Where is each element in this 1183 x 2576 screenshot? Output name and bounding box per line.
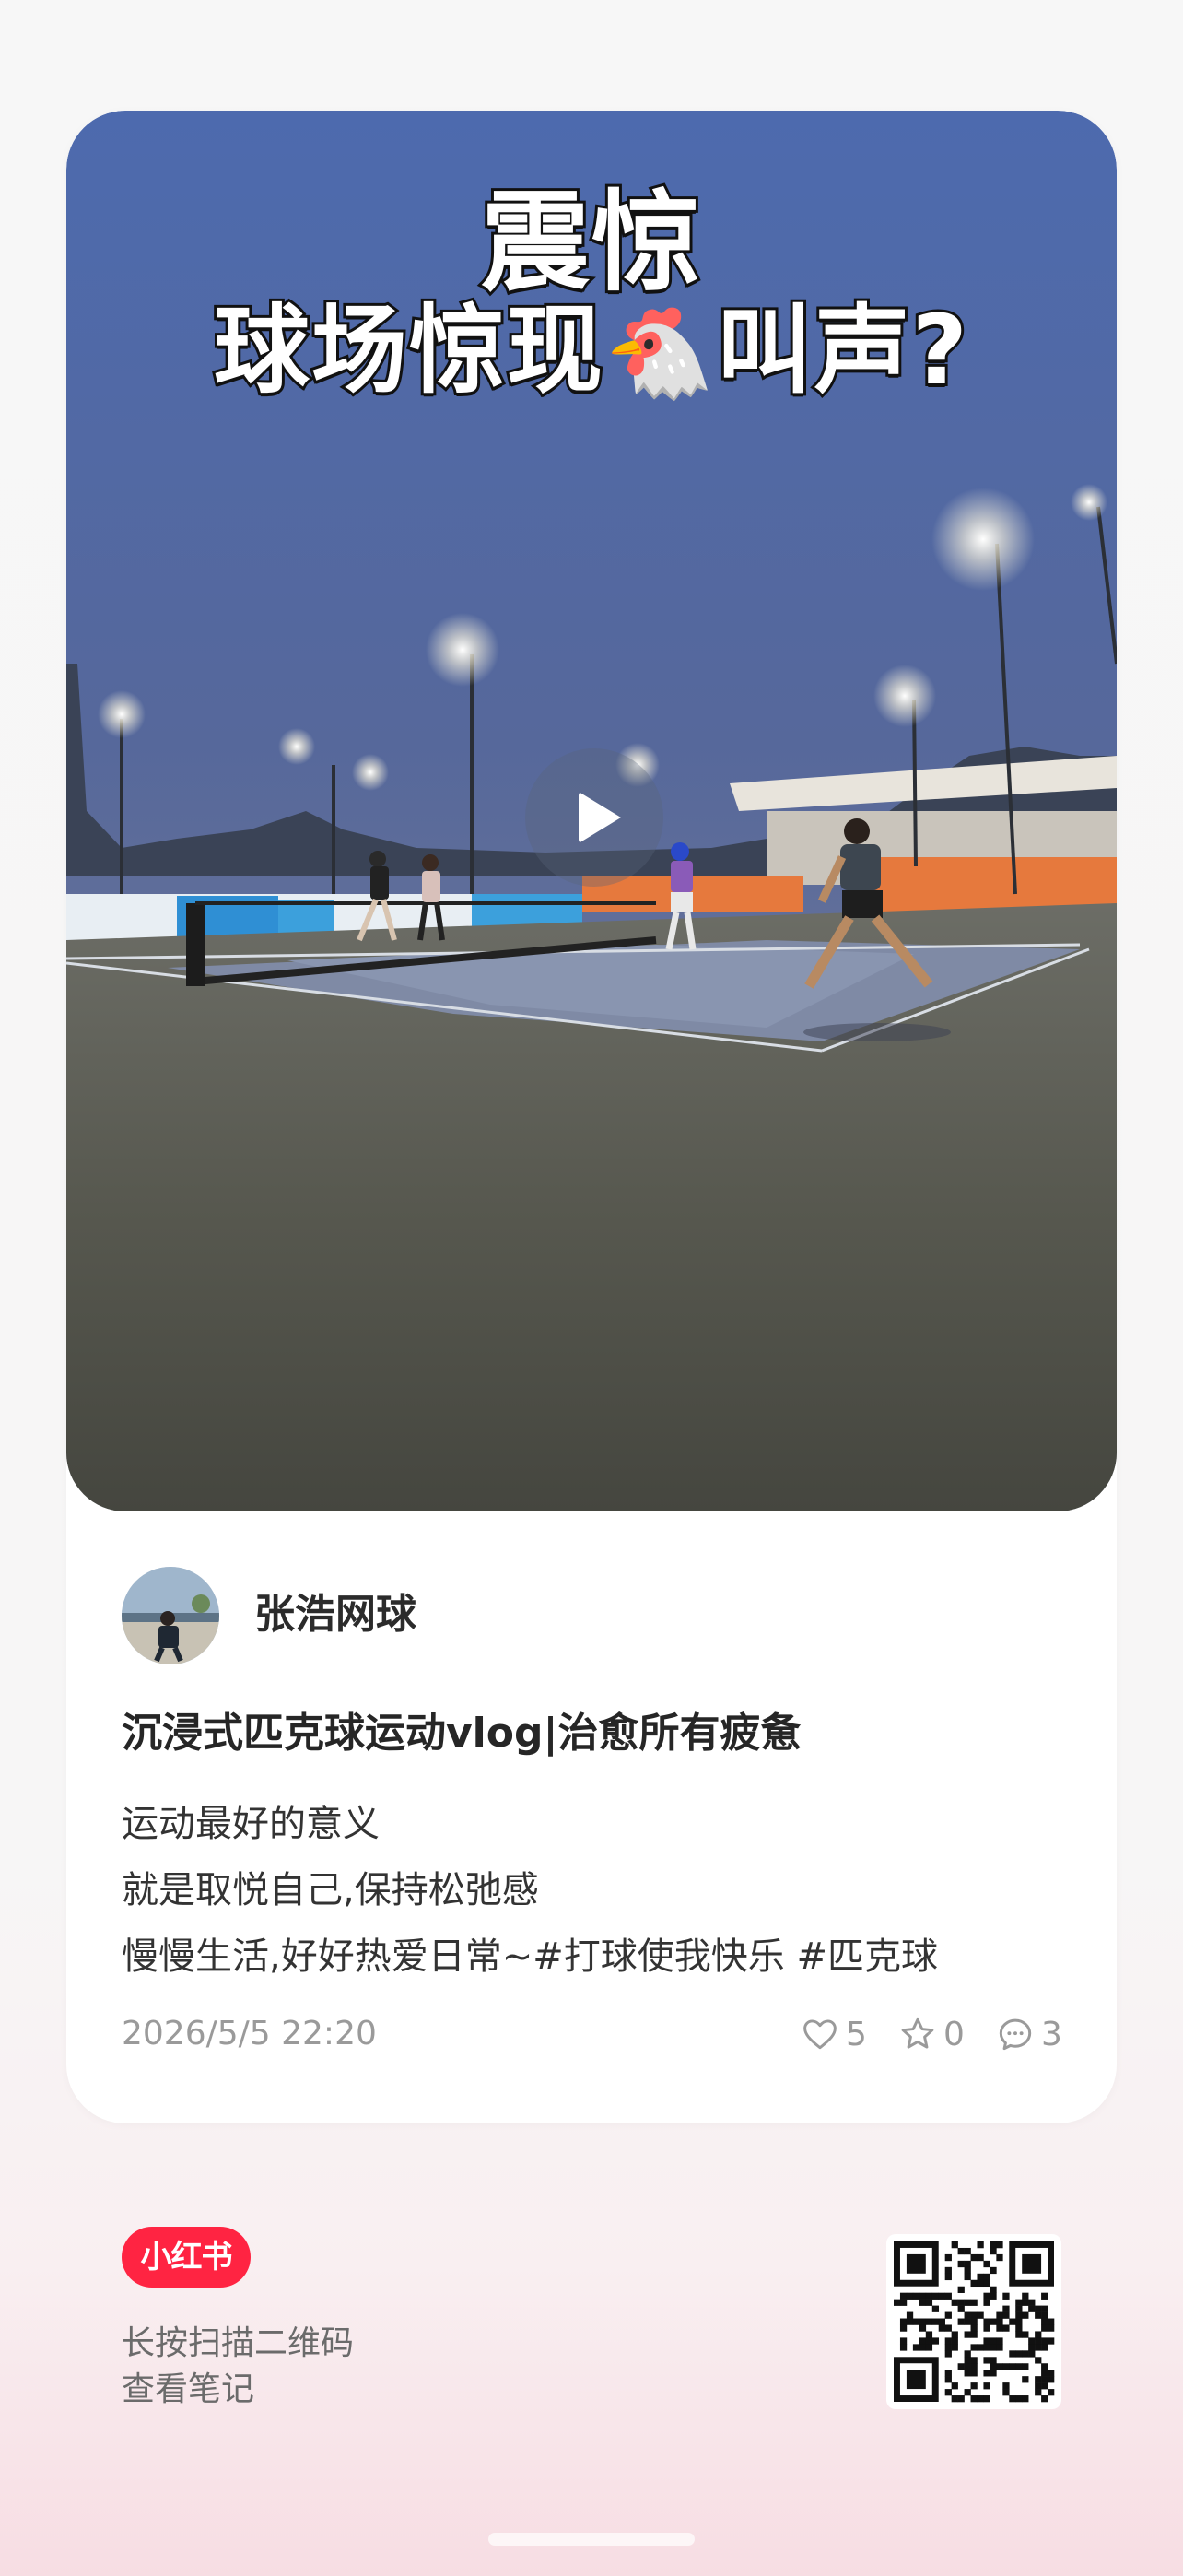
publish-time: 2026/5/5 22:20 — [122, 2015, 377, 2053]
note-body-line: 就是取悦自己,保持松弛感 — [122, 1869, 539, 1911]
scan-hint-line1: 长按扫描二维码 — [122, 2324, 355, 2362]
comment-count[interactable]: 3 — [997, 2011, 1062, 2057]
chicken-emoji-icon: 🐔 — [604, 301, 717, 405]
note-body-line: 慢慢生活,好好热爱日常~#打球使我快乐 #匹克球 — [122, 1935, 938, 1978]
scan-hint-line2: 查看笔记 — [122, 2370, 255, 2408]
qr-code-image — [894, 2241, 1055, 2403]
play-icon — [579, 792, 621, 843]
cover-title-line1: 震惊 — [478, 179, 703, 306]
note-card[interactable]: 震惊 球场惊现🐔叫声? 张浩网球 沉浸式匹克球运动vlog|治愈所有疲惫 运动最… — [66, 111, 1117, 2123]
comment-icon — [999, 2018, 1032, 2051]
author-name[interactable]: 张浩网球 — [254, 1587, 416, 1642]
comment-count-value: 3 — [1041, 2015, 1062, 2053]
collect-count-value: 0 — [943, 2015, 965, 2053]
like-count[interactable]: 5 — [802, 2011, 867, 2057]
note-body-line: 运动最好的意义 — [122, 1803, 380, 1845]
scan-hint: 长按扫描二维码 查看笔记 — [122, 2321, 354, 2413]
play-button[interactable] — [525, 748, 663, 887]
star-icon — [901, 2017, 934, 2049]
cover-video[interactable]: 震惊 球场惊现🐔叫声? — [66, 111, 1117, 1511]
brand-logo: 小红书 — [122, 2227, 251, 2288]
cover-title-text-a: 球场惊现 — [211, 292, 605, 408]
cover-title-line2: 球场惊现🐔叫声? — [66, 292, 1117, 408]
note-body: 运动最好的意义 就是取悦自己,保持松弛感 慢慢生活,好好热爱日常~#打球使我快乐… — [122, 1791, 1080, 1990]
heart-icon — [803, 2019, 837, 2050]
qr-code[interactable] — [886, 2234, 1061, 2409]
cover-title-text-b: 叫声? — [714, 292, 970, 408]
note-title: 沉浸式匹克球运动vlog|治愈所有疲惫 — [122, 1710, 802, 1757]
avatar[interactable] — [122, 1567, 219, 1664]
like-count-value: 5 — [846, 2015, 867, 2053]
avatar-photo — [122, 1567, 219, 1664]
home-indicator — [488, 2533, 695, 2546]
collect-count[interactable]: 0 — [899, 2011, 965, 2057]
